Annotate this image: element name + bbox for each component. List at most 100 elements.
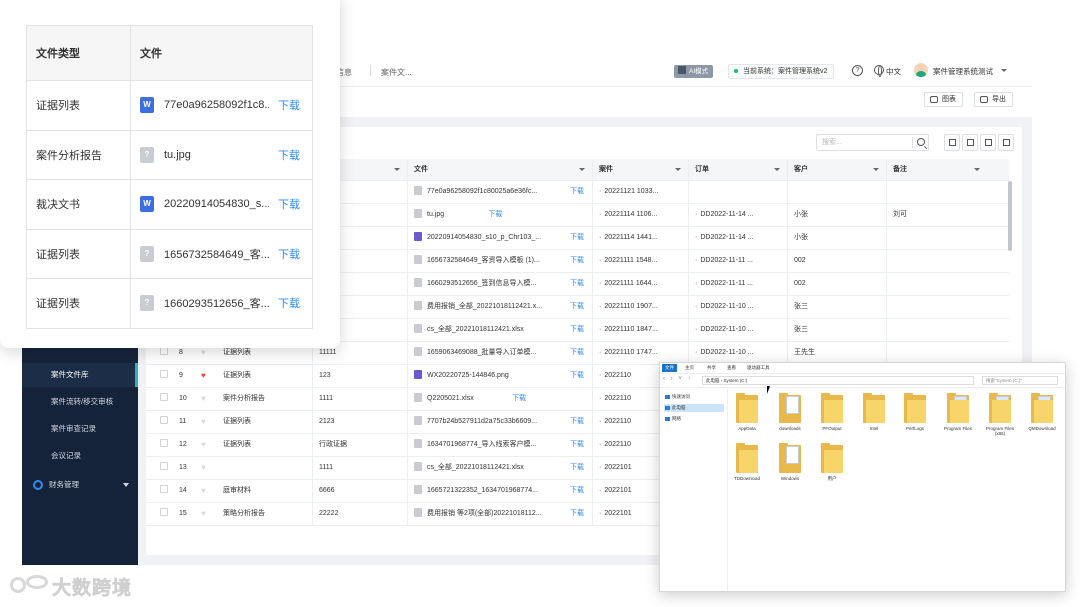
breadcrumb-case-file[interactable]: 案件文... (381, 67, 412, 78)
download-link[interactable]: 下载 (570, 434, 584, 456)
column-header[interactable]: 文件 (407, 159, 592, 180)
favorite-heart-icon[interactable]: ♥ (201, 417, 206, 426)
download-link[interactable]: 下载 (488, 204, 502, 226)
row-checkbox[interactable] (160, 485, 168, 493)
cell-order-value[interactable]: DD2022-11-11 ... (695, 280, 753, 287)
file-name[interactable]: tu.jpg (164, 149, 269, 161)
folder-item[interactable]: Intel (856, 393, 892, 431)
search-input[interactable]: 搜索... (816, 134, 929, 151)
row-checkbox[interactable] (160, 347, 168, 355)
row-checkbox[interactable] (160, 462, 168, 470)
cell-case-value[interactable]: 20221114 1441... (599, 234, 658, 241)
row-checkbox[interactable] (160, 416, 168, 424)
favorite-heart-icon[interactable]: ♥ (201, 371, 206, 380)
cell-order-value[interactable]: DD2022-11-10 ... (695, 303, 754, 310)
download-link[interactable]: 下载 (570, 273, 584, 295)
download-link[interactable]: 下载 (570, 227, 584, 249)
file-name[interactable]: 费用报销 等2项(全部)20221018112... (427, 510, 542, 517)
explorer-path[interactable]: 此电脑 › System (C:) (702, 376, 974, 385)
file-name[interactable]: 1660293512656_签到信息导入模... (427, 280, 536, 287)
file-name[interactable]: 1665721322352_1634701968774... (427, 487, 538, 494)
favorite-heart-icon[interactable]: ♥ (201, 463, 206, 472)
row-checkbox[interactable] (160, 508, 168, 516)
sidebar-item-case-review-records[interactable]: 案件审查记录 (22, 417, 138, 441)
column-header[interactable]: 备注 (886, 159, 987, 180)
file-name[interactable]: 1659063469088_批量导入订单模... (427, 349, 536, 356)
favorite-heart-icon[interactable]: ♥ (201, 348, 206, 357)
explorer-tab-drive-tools[interactable]: 驱动器工具 (744, 364, 773, 372)
download-link[interactable]: 下载 (570, 503, 584, 525)
file-name[interactable]: cs_全部_20221018112421.xlsx (427, 464, 524, 471)
sidebar-group-finance[interactable]: 财务管理 (22, 473, 138, 497)
cell-case-value[interactable]: 2022101 (599, 464, 632, 471)
row-checkbox[interactable] (160, 370, 168, 378)
cell-case-value[interactable]: 2022101 (599, 487, 632, 494)
file-name[interactable]: 7707b24b527911d2a75c33b6609... (427, 418, 537, 425)
file-name[interactable]: 20220914054830_s... (164, 198, 269, 210)
file-name[interactable]: 1656732584649_客... (164, 246, 269, 262)
download-link[interactable]: 下载 (570, 319, 584, 341)
folder-item[interactable]: PFOutput (814, 393, 850, 431)
row-checkbox[interactable] (160, 439, 168, 447)
row-checkbox[interactable] (160, 393, 168, 401)
file-name[interactable]: 费用报销_全部_20221018112421.x... (427, 303, 542, 310)
filter-button[interactable] (944, 134, 960, 151)
cell-case-value[interactable]: 2022110 (599, 441, 631, 448)
cell-case-value[interactable]: 20221114 1106... (599, 211, 657, 218)
folder-item[interactable]: 用户 (814, 443, 850, 481)
file-name[interactable]: tu.jpg (427, 211, 444, 218)
file-name[interactable]: 77e0a96258092f1c80025a6e36fc... (427, 188, 537, 195)
column-settings-button[interactable] (980, 134, 996, 151)
folder-item[interactable]: TDDownload (729, 443, 765, 481)
file-name[interactable]: 1656732584649_客资导入模板 (1)... (427, 257, 540, 264)
chevron-down-icon[interactable] (1001, 69, 1007, 72)
cell-case-value[interactable]: 20221110 1747... (599, 349, 658, 356)
cell-order-value[interactable]: DD2022-11-14 ... (695, 234, 754, 241)
download-link[interactable]: 下载 (570, 457, 584, 479)
cell-case-value[interactable]: 20221111 1644... (599, 280, 657, 287)
folder-item[interactable]: PerfLogs (897, 393, 933, 431)
download-link[interactable]: 下载 (512, 388, 526, 410)
nav-arrows-icon[interactable]: ‹ › ˅ ↑ (663, 376, 693, 382)
folder-item[interactable]: Program Files (x86) (982, 393, 1018, 436)
user-name[interactable]: 案件管理系统测试 (933, 66, 993, 77)
column-header[interactable]: 客户 (787, 159, 886, 180)
column-header[interactable]: 案件 (592, 159, 688, 180)
download-link[interactable]: 下载 (570, 181, 584, 203)
download-link[interactable]: 下载 (278, 131, 300, 180)
file-name[interactable]: 77e0a96258092f1c8... (164, 99, 269, 111)
cell-case-value[interactable]: 20221121 1033... (599, 188, 658, 195)
favorite-heart-icon[interactable]: ♥ (201, 394, 206, 403)
explorer-tab-home[interactable]: 主页 (682, 364, 697, 372)
download-link[interactable]: 下载 (278, 81, 300, 130)
chevron-down-icon[interactable] (675, 168, 681, 171)
globe-icon[interactable] (874, 65, 884, 77)
cell-case-value[interactable]: 2022110 (599, 418, 631, 425)
explorer-tab-file[interactable]: 文件 (662, 364, 677, 372)
cell-case-value[interactable]: 20221111 1548... (599, 257, 657, 264)
download-link[interactable]: 下载 (570, 411, 584, 433)
download-link[interactable]: 下载 (278, 279, 300, 328)
chevron-down-icon[interactable] (774, 168, 780, 171)
cell-order-value[interactable]: DD2022-11-14 ... (695, 211, 754, 218)
file-name[interactable]: cs_全部_20221018112421.xlsx (427, 326, 524, 333)
ai-mode-toggle[interactable]: AI模式 (674, 65, 714, 78)
cell-order-value[interactable]: DD2022-11-10 ... (695, 326, 754, 333)
column-header[interactable]: 订单 (688, 159, 787, 180)
sidebar-item-case-transfer-review[interactable]: 案件流转/移交审核 (22, 390, 138, 414)
chevron-down-icon[interactable] (974, 168, 980, 171)
file-name[interactable]: 1634701968774_导入线索客户模... (427, 441, 536, 448)
search-icon[interactable] (917, 138, 925, 146)
download-link[interactable]: 下载 (570, 480, 584, 502)
export-button[interactable]: 导出 (974, 92, 1013, 107)
cell-case-value[interactable]: 20221110 1907... (599, 303, 658, 310)
nav-this-pc[interactable]: 此电脑 (664, 404, 724, 412)
chevron-down-icon[interactable] (394, 168, 400, 171)
download-link[interactable]: 下载 (278, 230, 300, 279)
favorite-heart-icon[interactable]: ♥ (201, 486, 206, 495)
chevron-down-icon[interactable] (579, 168, 585, 171)
folder-item[interactable]: downloads (772, 393, 808, 431)
folder-item[interactable]: QMDownload (1024, 393, 1060, 431)
cell-case-value[interactable]: 2022110 (599, 372, 631, 379)
file-name[interactable]: WX20220725-144846.png (427, 372, 509, 379)
